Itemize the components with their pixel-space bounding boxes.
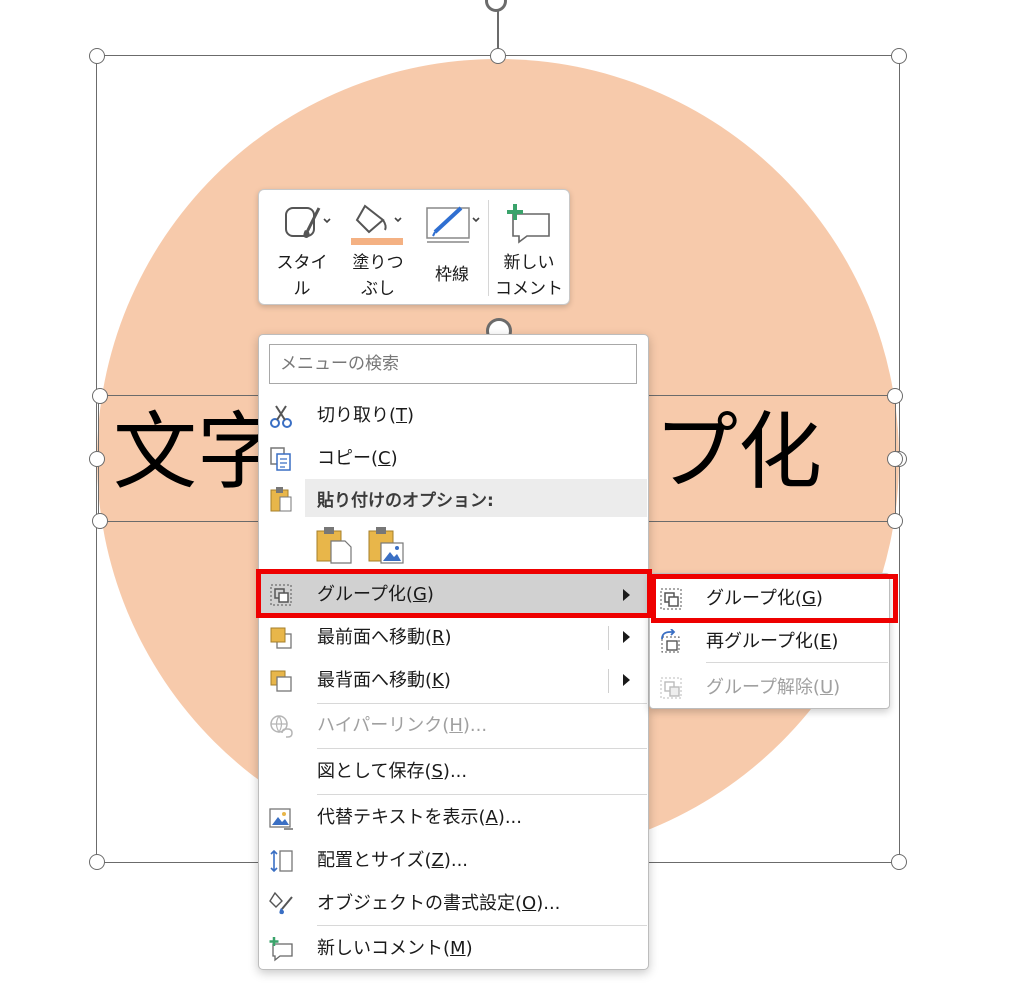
menu-item-label: グループ化(G) <box>317 584 434 605</box>
outline-pen-icon <box>426 206 480 243</box>
resize-handle-top-right[interactable] <box>891 48 907 64</box>
menu-divider <box>317 794 647 795</box>
submenu-arrow-icon <box>623 589 630 601</box>
menu-item-bring-to-front[interactable]: 最前面へ移動(R) <box>259 618 648 658</box>
menu-item-size-position[interactable]: 配置とサイズ(Z)... <box>259 841 648 881</box>
submenu-arrow-icon[interactable] <box>623 631 630 643</box>
outline-button[interactable]: 枠線 <box>419 198 485 298</box>
menu-divider <box>317 925 647 926</box>
ungroup-icon <box>660 677 682 699</box>
menu-item-label: 配置とサイズ(Z)... <box>317 850 469 871</box>
resize-handle-top[interactable] <box>490 48 506 64</box>
style-button[interactable]: スタイ ル <box>269 198 335 299</box>
submenu-item-label: 再グループ化(E) <box>706 631 839 652</box>
style-button-label: スタイ ル <box>276 253 328 299</box>
textbox-handle-top-left[interactable] <box>92 388 108 404</box>
submenu-arrow-icon[interactable] <box>623 674 630 686</box>
send-to-back-icon <box>270 670 292 692</box>
menu-item-label: コピー(C) <box>317 448 398 469</box>
paste-keep-format-icon[interactable] <box>315 525 353 565</box>
group-objects-icon <box>270 584 292 606</box>
paste-as-picture-icon[interactable] <box>367 525 405 565</box>
submenu-item-label: グループ解除(U) <box>706 677 841 698</box>
group-objects-icon <box>660 588 682 610</box>
menu-item-save-as-picture[interactable]: 図として保存(S)... <box>259 752 648 792</box>
paint-bucket-icon <box>351 204 403 245</box>
shape-style-icon <box>285 207 331 238</box>
group-rotation-handle[interactable] <box>485 0 507 12</box>
menu-item-new-comment[interactable]: 新しいコメント(M) <box>259 929 648 969</box>
menu-item-label: オブジェクトの書式設定(O)... <box>317 893 561 914</box>
submenu-item-label: グループ化(G) <box>706 588 823 609</box>
copy-icon <box>270 447 291 471</box>
menu-item-label: 図として保存(S)... <box>317 761 468 782</box>
resize-handle-top-left[interactable] <box>89 48 105 64</box>
menu-item-send-to-back[interactable]: 最背面へ移動(K) <box>259 661 648 701</box>
split-separator <box>608 626 609 650</box>
fill-color-swatch <box>351 238 403 245</box>
menu-item-group[interactable]: グループ化(G) <box>259 574 648 616</box>
textbox-handle-right[interactable] <box>887 451 903 467</box>
new-comment-icon <box>507 204 550 244</box>
new-comment-label: 新しい コメント <box>495 253 563 299</box>
textbox-handle-bottom-left[interactable] <box>92 513 108 529</box>
paste-icon <box>270 487 292 512</box>
textbox-handle-top-right[interactable] <box>887 388 903 404</box>
submenu-item-group[interactable]: グループ化(G) <box>650 579 889 619</box>
menu-search-input[interactable] <box>269 344 637 384</box>
bring-to-front-icon <box>270 627 292 649</box>
fill-button-label: 塗りつ ぶし <box>352 253 404 299</box>
menu-item-format-object[interactable]: オブジェクトの書式設定(O)... <box>259 884 648 924</box>
fill-button[interactable]: 塗りつ ぶし <box>343 198 413 299</box>
outline-button-label: 枠線 <box>435 265 469 285</box>
new-comment-button[interactable]: 新しい コメント <box>491 198 567 299</box>
menu-divider <box>317 748 647 749</box>
mini-toolbar: スタイ ル 塗りつ ぶし 枠線 新しい コメント <box>258 189 570 305</box>
resize-handle-bottom-right[interactable] <box>891 854 907 870</box>
menu-item-label: 代替テキストを表示(A)... <box>317 807 522 828</box>
menu-item-label: 新しいコメント(M) <box>317 938 473 959</box>
new-comment-icon <box>269 937 293 962</box>
menu-item-hyperlink: ハイパーリンク(H)... <box>259 706 648 746</box>
submenu-item-regroup[interactable]: 再グループ化(E) <box>650 622 889 662</box>
menu-item-copy[interactable]: コピー(C) <box>259 439 648 479</box>
paste-options-header: 貼り付けのオプション: <box>305 479 647 517</box>
group-submenu: グループ化(G) 再グループ化(E) グループ解除(U) <box>649 573 890 709</box>
menu-item-cut[interactable]: 切り取り(T) <box>259 396 648 436</box>
submenu-item-ungroup: グループ解除(U) <box>650 668 889 708</box>
menu-item-label: 最前面へ移動(R) <box>317 627 452 648</box>
menu-item-alt-text[interactable]: 代替テキストを表示(A)... <box>259 798 648 838</box>
resize-handle-left[interactable] <box>89 451 105 467</box>
menu-divider <box>317 703 647 704</box>
scissors-icon <box>270 405 292 428</box>
textbox-text-right[interactable]: プ化 <box>654 392 822 512</box>
textbox-handle-bottom-right[interactable] <box>887 513 903 529</box>
size-position-icon <box>270 849 293 873</box>
hyperlink-globe-icon <box>270 715 293 738</box>
context-menu: 切り取り(T) コピー(C) 貼り付けのオプション: <box>258 334 649 970</box>
menu-item-label: ハイパーリンク(H)... <box>317 715 488 736</box>
split-separator <box>608 669 609 693</box>
toolbar-separator <box>488 200 489 296</box>
resize-handle-bottom-left[interactable] <box>89 854 105 870</box>
regroup-icon <box>661 629 680 653</box>
format-shape-icon <box>269 891 293 915</box>
menu-item-label: 最背面へ移動(K) <box>317 670 451 691</box>
menu-item-label: 切り取り(T) <box>317 405 415 426</box>
textbox-text-left[interactable]: 文字 <box>113 392 281 512</box>
submenu-divider <box>706 662 888 663</box>
alt-text-icon <box>269 808 293 830</box>
